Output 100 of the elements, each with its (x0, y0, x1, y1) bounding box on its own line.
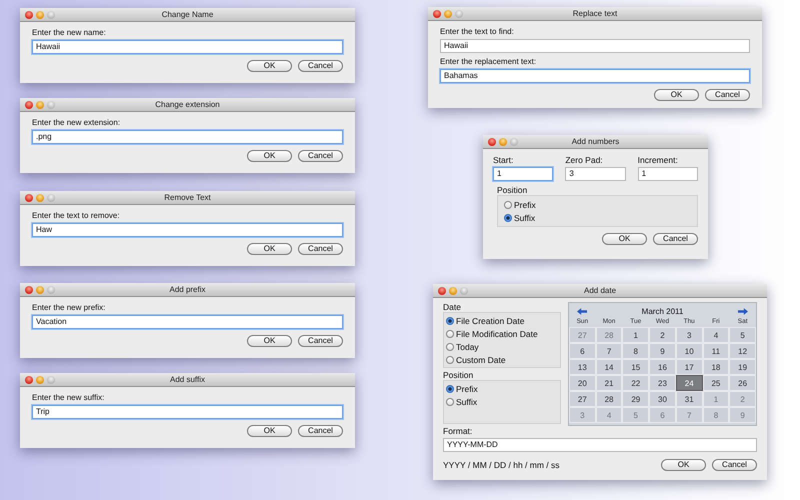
text-field[interactable]: Hawaii (32, 40, 343, 54)
window-title: Add suffix (169, 375, 206, 384)
radio-label: Custom Date (456, 354, 506, 364)
day-cell[interactable]: 11 (702, 343, 730, 359)
close-button[interactable] (25, 286, 33, 294)
close-button[interactable] (438, 286, 446, 294)
day-cell[interactable]: 17 (676, 359, 703, 375)
day-cell[interactable]: 16 (649, 359, 676, 375)
radio-label: Suffix (456, 396, 478, 406)
text-field[interactable]: 1 (638, 167, 698, 181)
window-title: Change Name (160, 10, 214, 19)
field-label: Enter the new name: (32, 28, 107, 38)
dialog-button[interactable]: Cancel (653, 233, 698, 245)
dialog-button[interactable]: Cancel (298, 243, 343, 255)
text-field[interactable]: Haw (32, 223, 343, 237)
day-cell[interactable]: 31 (676, 391, 703, 407)
field-label: Enter the new suffix: (32, 393, 106, 403)
day-cell[interactable]: 10 (676, 343, 703, 359)
text-field[interactable]: YYYY-MM-DD (443, 438, 757, 452)
minimize-button[interactable] (36, 376, 44, 384)
day-cell[interactable]: 8 (622, 343, 650, 359)
radio-button[interactable] (504, 214, 512, 222)
dialog-button[interactable]: OK (247, 60, 292, 72)
day-cell[interactable]: 28 (596, 391, 622, 407)
day-cell[interactable]: 2 (649, 327, 676, 343)
dialog-button[interactable]: Cancel (298, 335, 343, 347)
day-cell[interactable]: 15 (622, 359, 650, 375)
day-cell[interactable]: 4 (702, 327, 730, 343)
text-field[interactable]: Trip (32, 405, 343, 419)
day-cell[interactable]: 5 (729, 327, 756, 343)
field-label: Zero Pad: (565, 155, 604, 165)
day-cell[interactable]: 30 (649, 391, 676, 407)
day-cell[interactable]: 20 (569, 375, 596, 391)
dialog-button[interactable]: OK (247, 335, 292, 347)
day-cell[interactable]: 9 (649, 343, 676, 359)
close-button[interactable] (433, 10, 441, 18)
day-cell[interactable]: 27 (569, 391, 596, 407)
window-title: Add prefix (168, 285, 207, 294)
dialog-button[interactable]: OK (247, 150, 292, 162)
text-field[interactable]: Bahamas (440, 69, 750, 83)
month-title: March 2011 (642, 306, 684, 316)
radio-button[interactable] (446, 316, 454, 324)
day-cell[interactable]: 1 (622, 327, 650, 343)
day-cell[interactable]: 22 (622, 375, 650, 391)
text-field[interactable]: Vacation (32, 315, 343, 329)
dialog-button[interactable]: Cancel (298, 425, 343, 437)
close-button[interactable] (25, 194, 33, 202)
day-cell[interactable]: 29 (622, 391, 650, 407)
radio-label: Suffix (514, 212, 536, 222)
day-cell[interactable]: 14 (596, 359, 622, 375)
radio-label: Prefix (514, 200, 536, 210)
dialog-button[interactable]: OK (247, 425, 292, 437)
dialog-button[interactable]: OK (654, 89, 699, 101)
close-button[interactable] (25, 10, 33, 18)
day-cell[interactable]: 25 (702, 375, 730, 391)
dialog-button[interactable]: Cancel (712, 459, 757, 471)
radio-label: File Modification Date (456, 328, 538, 338)
field-label: Enter the new extension: (32, 118, 122, 128)
radio-button[interactable] (446, 398, 454, 406)
field-label: Increment: (638, 155, 679, 165)
radio-button[interactable] (446, 384, 454, 392)
day-cell[interactable]: 6 (569, 343, 596, 359)
close-button[interactable] (25, 100, 33, 108)
radio-button[interactable] (446, 342, 454, 350)
text-field[interactable]: Hawaii (440, 39, 750, 53)
day-cell[interactable]: 19 (729, 359, 756, 375)
right-arrow-icon[interactable] (738, 308, 748, 314)
dialog-button[interactable]: Cancel (298, 60, 343, 72)
radio-button[interactable] (446, 330, 454, 338)
minimize-button[interactable] (36, 100, 44, 108)
minimize-button[interactable] (449, 286, 457, 294)
minimize-button[interactable] (444, 10, 452, 18)
day-cell[interactable]: 24 (676, 375, 703, 391)
minimize-button[interactable] (36, 194, 44, 202)
left-arrow-icon[interactable] (577, 308, 587, 314)
text-field[interactable]: .png (32, 130, 343, 144)
dialog-button[interactable]: OK (661, 459, 706, 471)
day-cell[interactable]: 12 (729, 343, 756, 359)
minimize-button[interactable] (36, 10, 44, 18)
day-cell[interactable]: 23 (649, 375, 676, 391)
radio-button[interactable] (446, 356, 454, 364)
dialog-button[interactable]: Cancel (705, 89, 750, 101)
dialog-button[interactable]: OK (602, 233, 647, 245)
day-cell[interactable]: 3 (676, 327, 703, 343)
day-cell[interactable]: 26 (729, 375, 756, 391)
text-field[interactable]: 3 (565, 167, 626, 181)
day-cell[interactable]: 7 (596, 343, 622, 359)
dialog-button[interactable]: Cancel (298, 150, 343, 162)
close-button[interactable] (25, 376, 33, 384)
day-cell[interactable]: 18 (702, 359, 730, 375)
minimize-button[interactable] (36, 286, 44, 294)
dialog-button[interactable]: OK (247, 243, 292, 255)
day-cell[interactable]: 21 (596, 375, 622, 391)
radio-label: Today (456, 342, 479, 352)
text-field[interactable]: 1 (493, 167, 554, 181)
day-cell[interactable]: 13 (569, 359, 596, 375)
minimize-button[interactable] (499, 138, 507, 146)
radio-button[interactable] (504, 200, 512, 208)
close-button[interactable] (488, 138, 496, 146)
window-title: Replace text (572, 9, 618, 18)
